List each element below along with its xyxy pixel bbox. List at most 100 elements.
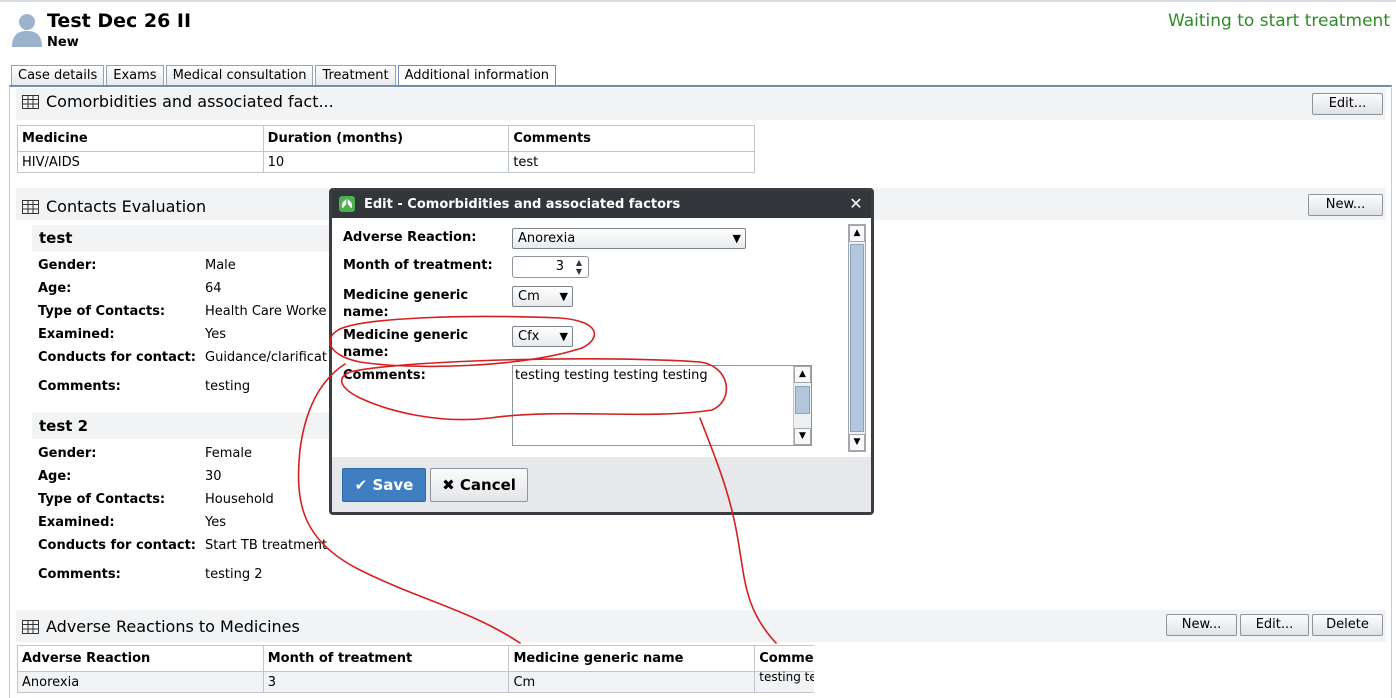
column-header: Duration (months) bbox=[262, 125, 510, 152]
field-label: Type of Contacts: bbox=[38, 492, 166, 507]
dialog-footer: ✔ Save ✖ Cancel bbox=[332, 457, 871, 512]
month-stepper[interactable]: 3 ▲ ▼ bbox=[512, 256, 589, 278]
field-value: testing 2 bbox=[205, 567, 263, 582]
field-label: Type of Contacts: bbox=[38, 304, 166, 319]
contacts-title-text: Contacts Evaluation bbox=[46, 197, 207, 216]
scroll-up-icon[interactable]: ▲ bbox=[849, 225, 865, 242]
case-state-label: Waiting to start treatment bbox=[1168, 11, 1390, 31]
table-cell: 10 bbox=[262, 151, 510, 173]
comorbidities-edit-button[interactable]: Edit... bbox=[1312, 93, 1383, 115]
tab-underline bbox=[9, 85, 1392, 87]
lungs-icon bbox=[339, 196, 355, 212]
field-value: Yes bbox=[205, 327, 226, 342]
field-value: Start TB treatment bbox=[205, 538, 328, 553]
edit-dialog: Edit - Comorbidities and associated fact… bbox=[329, 188, 874, 515]
dialog-title-bar: Edit - Comorbidities and associated fact… bbox=[332, 191, 871, 218]
patient-name: Test Dec 26 II bbox=[47, 10, 192, 32]
field-value: Yes bbox=[205, 515, 226, 530]
field-label: Examined: bbox=[38, 515, 115, 530]
field-value: Male bbox=[205, 258, 236, 273]
adverse-reaction-select[interactable]: Anorexia ▼ bbox=[512, 228, 746, 249]
tab-treatment[interactable]: Treatment bbox=[315, 65, 396, 86]
comorbidities-table: Medicine Duration (months) Comments HIV/… bbox=[17, 125, 755, 173]
field-label: Age: bbox=[38, 281, 72, 296]
adverse-new-button[interactable]: New... bbox=[1166, 614, 1237, 636]
adverse-edit-button[interactable]: Edit... bbox=[1240, 614, 1309, 636]
contacts-title: Contacts Evaluation bbox=[22, 197, 206, 216]
scroll-up-icon[interactable]: ▲ bbox=[794, 366, 811, 383]
adverse-table: Adverse Reaction Month of treatment Medi… bbox=[17, 645, 814, 693]
contact-name: test 2 bbox=[32, 413, 332, 439]
column-header: Month of treatment bbox=[262, 645, 510, 672]
month-label: Month of treatment: bbox=[343, 258, 493, 273]
stepper-arrows-icon[interactable]: ▲ ▼ bbox=[572, 258, 586, 276]
table-row[interactable]: Anorexia 3 Cm testing testing bbox=[17, 671, 814, 693]
tab-medical-consultation[interactable]: Medical consultation bbox=[165, 65, 314, 86]
field-label: Age: bbox=[38, 469, 72, 484]
table-cell: Cm bbox=[508, 671, 756, 693]
table-cell: testing testing bbox=[754, 671, 814, 693]
field-value: Female bbox=[205, 446, 253, 461]
adverse-title-text: Adverse Reactions to Medicines bbox=[46, 617, 300, 636]
table-header-row: Medicine Duration (months) Comments bbox=[17, 125, 755, 152]
field-label: Conducts for contact: bbox=[38, 538, 196, 553]
table-cell: test bbox=[508, 151, 755, 173]
window-top-border bbox=[0, 0, 1396, 2]
column-header: Comme bbox=[754, 645, 814, 672]
column-header: Comments bbox=[508, 125, 755, 152]
contacts-new-button[interactable]: New... bbox=[1308, 194, 1383, 216]
medicine-generic-name-2-value: Cfx bbox=[518, 329, 540, 344]
table-header-row: Adverse Reaction Month of treatment Medi… bbox=[17, 645, 814, 672]
check-icon: ✔ bbox=[354, 476, 368, 494]
tab-case-details[interactable]: Case details bbox=[11, 65, 105, 86]
field-value: Guidance/clarificat bbox=[205, 350, 327, 365]
field-label: Gender: bbox=[38, 446, 97, 461]
field-label: Conducts for contact: bbox=[38, 350, 196, 365]
content-border-right bbox=[1391, 86, 1392, 698]
field-label: Gender: bbox=[38, 258, 97, 273]
contact-name: test bbox=[32, 225, 332, 251]
scroll-down-icon[interactable]: ▼ bbox=[849, 434, 865, 451]
medicine-generic-name-2-select[interactable]: Cfx ▼ bbox=[512, 326, 573, 347]
field-label: Comments: bbox=[38, 567, 121, 582]
field-value: 64 bbox=[205, 281, 222, 296]
scroll-thumb[interactable] bbox=[795, 386, 810, 414]
tab-bar: Case details Exams Medical consultation … bbox=[11, 65, 558, 87]
field-value: Household bbox=[205, 492, 274, 507]
comments-value: testing testing testing testing bbox=[515, 368, 708, 383]
save-button[interactable]: ✔ Save bbox=[342, 468, 426, 502]
month-value: 3 bbox=[555, 259, 564, 274]
field-label: Comments: bbox=[38, 379, 121, 394]
table-cell: 3 bbox=[262, 671, 510, 693]
adverse-table-viewport: Adverse Reaction Month of treatment Medi… bbox=[17, 645, 814, 698]
x-icon: ✖ bbox=[442, 476, 455, 494]
chevron-down-icon: ▼ bbox=[732, 232, 741, 245]
table-cell: Anorexia bbox=[17, 671, 264, 693]
scroll-thumb[interactable] bbox=[850, 244, 864, 432]
column-header: Medicine generic name bbox=[508, 645, 756, 672]
adverse-delete-button[interactable]: Delete bbox=[1312, 614, 1383, 636]
column-header: Medicine bbox=[17, 125, 264, 152]
field-value: testing bbox=[205, 379, 251, 394]
scroll-down-icon[interactable]: ▼ bbox=[794, 428, 811, 445]
comorbidities-title: Comorbidities and associated fact... bbox=[22, 92, 334, 111]
comments-label: Comments: bbox=[343, 368, 426, 383]
dialog-title: Edit - Comorbidities and associated fact… bbox=[364, 197, 681, 212]
table-row[interactable]: HIV/AIDS 10 test bbox=[17, 151, 755, 173]
save-button-label: Save bbox=[372, 476, 414, 494]
dialog-body: Adverse Reaction: Anorexia ▼ Month of tr… bbox=[332, 218, 871, 457]
cancel-button-label: Cancel bbox=[459, 476, 516, 494]
tab-additional-information[interactable]: Additional information bbox=[397, 65, 557, 87]
comments-textarea[interactable]: testing testing testing testing ▲ ▼ bbox=[512, 365, 812, 446]
comments-scrollbar[interactable]: ▲ ▼ bbox=[793, 366, 811, 445]
close-icon[interactable]: ✕ bbox=[847, 194, 865, 214]
tab-exams[interactable]: Exams bbox=[106, 65, 164, 86]
dialog-scrollbar[interactable]: ▲ ▼ bbox=[848, 224, 866, 452]
medicine-generic-name-2-label: Medicine generic name: bbox=[343, 328, 469, 360]
cancel-button[interactable]: ✖ Cancel bbox=[430, 468, 528, 502]
table-icon bbox=[22, 199, 39, 214]
field-label: Examined: bbox=[38, 327, 115, 342]
table-icon bbox=[22, 619, 39, 634]
adverse-reaction-value: Anorexia bbox=[518, 231, 576, 246]
medicine-generic-name-select[interactable]: Cm ▼ bbox=[512, 286, 573, 307]
